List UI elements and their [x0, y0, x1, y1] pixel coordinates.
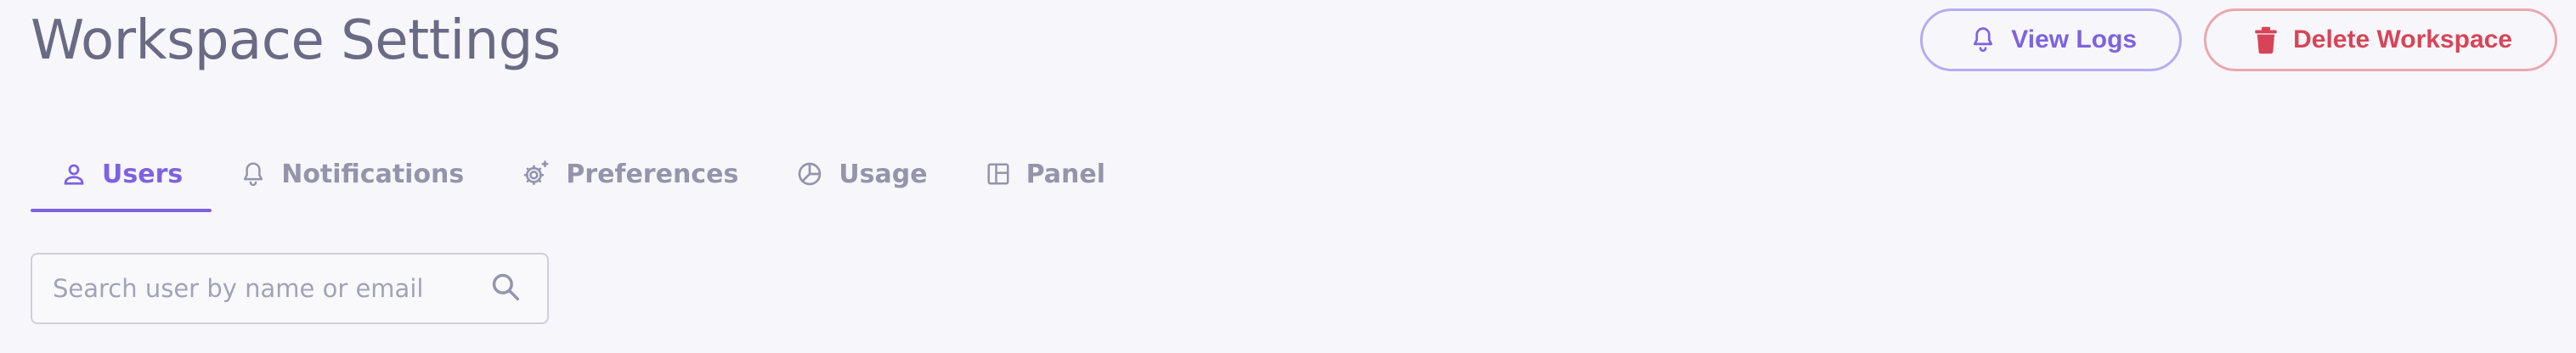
delete-workspace-button[interactable]: Delete Workspace: [2204, 8, 2557, 71]
tab-label: Preferences: [566, 159, 739, 189]
view-logs-label: View Logs: [2011, 25, 2138, 53]
layout-icon: [986, 161, 1011, 187]
tab-preferences[interactable]: Preferences: [493, 136, 767, 212]
pie-chart-icon: [796, 160, 823, 188]
trash-icon: [2254, 25, 2278, 54]
settings-tabs: Users Notifications Preferences Usage Pa…: [31, 136, 1134, 212]
tab-label: Users: [102, 159, 184, 189]
tab-label: Notifications: [281, 159, 465, 189]
tab-notifications[interactable]: Notifications: [212, 136, 493, 212]
view-logs-button[interactable]: View Logs: [1920, 8, 2183, 71]
bell-icon: [240, 160, 266, 188]
user-search-box: [31, 253, 549, 324]
search-icon[interactable]: [489, 271, 522, 306]
search-input[interactable]: [51, 273, 489, 304]
tab-users[interactable]: Users: [31, 136, 212, 212]
user-icon: [61, 161, 87, 187]
gear-sparkle-icon: [522, 160, 551, 188]
tab-panel[interactable]: Panel: [957, 136, 1134, 212]
page-title: Workspace Settings: [31, 9, 561, 72]
delete-workspace-label: Delete Workspace: [2293, 25, 2512, 53]
tab-label: Panel: [1025, 159, 1106, 189]
tab-label: Usage: [839, 159, 928, 189]
tab-usage[interactable]: Usage: [767, 136, 956, 212]
header-actions: View Logs Delete Workspace: [1920, 8, 2557, 71]
workspace-settings-page: Workspace Settings View Logs Delete Work…: [0, 0, 2576, 353]
bell-icon: [1970, 25, 1996, 54]
